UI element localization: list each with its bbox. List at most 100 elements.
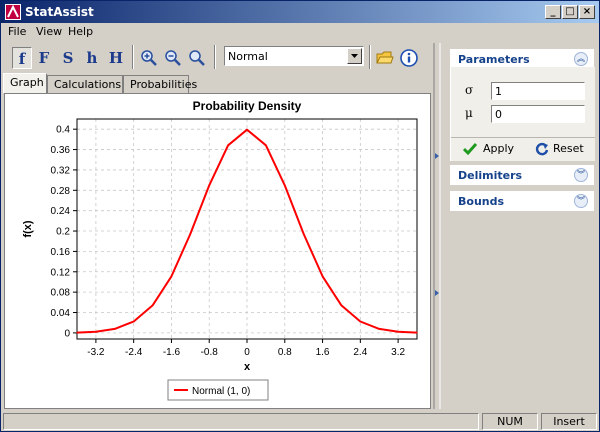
- maximize-button[interactable]: □: [562, 5, 578, 19]
- check-icon: [463, 143, 477, 156]
- zoom-reset-icon[interactable]: [188, 49, 206, 67]
- delimiters-title: Delimiters: [458, 169, 523, 182]
- sigma-input[interactable]: 1: [491, 82, 585, 100]
- bounds-title: Bounds: [458, 195, 505, 208]
- x-tick-label: 0.8: [278, 347, 292, 358]
- data-point: [416, 331, 418, 334]
- x-tick-label: 1.6: [316, 347, 330, 358]
- reset-icon: [535, 142, 549, 156]
- reset-button[interactable]: Reset: [535, 138, 591, 160]
- info-icon[interactable]: [400, 49, 418, 67]
- status-message: [3, 413, 479, 430]
- status-insert: Insert: [541, 413, 597, 430]
- x-tick-label: 3.2: [391, 347, 405, 358]
- data-point: [151, 304, 154, 306]
- parameters-header[interactable]: Parameters ︽: [450, 49, 594, 69]
- toolbar-separator: [132, 45, 134, 69]
- reset-label: Reset: [553, 142, 584, 155]
- parameters-body: σ 1 μ 0 Apply Reset: [450, 67, 595, 161]
- data-point: [303, 233, 305, 235]
- collapse-icon[interactable]: ︽: [574, 52, 588, 66]
- data-point: [246, 129, 248, 131]
- apply-label: Apply: [483, 142, 515, 155]
- toolbar-separator: [369, 45, 371, 69]
- density-chart: Probability Density 0 0.04 0.08 0.12 0.16 0.2 0…: [22, 99, 418, 401]
- y-tick-label: 0.2: [56, 227, 70, 238]
- data-point: [170, 275, 173, 278]
- cumulative-function-button[interactable]: F: [34, 47, 54, 69]
- open-folder-icon[interactable]: [376, 49, 394, 67]
- close-button[interactable]: ×: [579, 5, 595, 19]
- chart-title: Probability Density: [193, 99, 302, 113]
- distribution-select[interactable]: Normal: [224, 46, 364, 66]
- x-axis-label: x: [244, 361, 251, 373]
- dropdown-arrow-icon[interactable]: [347, 48, 362, 64]
- tab-calculations[interactable]: Calculations: [47, 75, 123, 93]
- apply-button[interactable]: Apply: [461, 138, 521, 160]
- sigma-label: σ: [465, 83, 474, 97]
- title-bar[interactable]: StatAssist _ □ ×: [1, 1, 599, 23]
- status-num: NUM: [482, 413, 538, 430]
- data-point: [76, 331, 78, 334]
- data-point: [114, 328, 116, 330]
- parameters-title: Parameters: [458, 53, 530, 66]
- y-tick-label: 0.24: [51, 206, 71, 217]
- window-title: StatAssist: [25, 5, 94, 19]
- minimize-button[interactable]: _: [545, 5, 561, 19]
- menu-view[interactable]: View: [36, 25, 62, 38]
- x-tick-label: -2.4: [125, 347, 143, 358]
- tab-graph[interactable]: Graph: [3, 73, 47, 93]
- tab-probabilities[interactable]: Probabilities: [123, 75, 197, 93]
- data-point: [340, 304, 343, 306]
- y-tick-label: 0.16: [51, 247, 71, 258]
- data-point: [378, 328, 380, 330]
- x-tick-label: -0.8: [201, 347, 219, 358]
- data-point: [265, 144, 267, 146]
- app-icon: [5, 4, 21, 20]
- data-point: [189, 233, 191, 235]
- density-function-button[interactable]: f: [12, 47, 32, 69]
- menu-file[interactable]: File: [8, 25, 26, 38]
- data-point: [133, 320, 135, 323]
- data-point: [284, 184, 286, 186]
- x-tick-label: -3.2: [87, 347, 105, 358]
- expand-icon[interactable]: ︾: [574, 194, 588, 208]
- side-panel: Parameters ︽ σ 1 μ 0 Apply Reset Delimit…: [442, 43, 598, 409]
- hazard-function-button[interactable]: h: [82, 47, 102, 69]
- delimiters-header[interactable]: Delimiters ︾: [450, 165, 594, 185]
- toolbar-separator: [214, 45, 216, 69]
- survival-function-button[interactable]: S: [58, 47, 78, 69]
- data-point: [208, 184, 210, 186]
- y-tick-label: 0.32: [51, 165, 71, 176]
- y-tick-label: 0.28: [51, 186, 71, 197]
- bounds-header[interactable]: Bounds ︾: [450, 191, 594, 211]
- y-axis-label: f(x): [22, 220, 34, 237]
- distribution-select-value: Normal: [228, 50, 268, 63]
- parameter-actions: Apply Reset: [451, 138, 595, 160]
- collapse-arrow-icon: [435, 153, 439, 159]
- zoom-out-icon[interactable]: [164, 49, 182, 67]
- status-bar: NUM Insert: [1, 411, 599, 431]
- zoom-in-icon[interactable]: [140, 49, 158, 67]
- legend-label: Normal (1, 0): [192, 386, 250, 397]
- data-point: [321, 275, 324, 278]
- data-point: [359, 320, 361, 323]
- menu-help[interactable]: Help: [68, 25, 93, 38]
- mu-input[interactable]: 0: [491, 105, 585, 123]
- graph-panel: Probability Density 0 0.04 0.08 0.12 0.16 0.2 0…: [4, 93, 431, 409]
- y-tick-label: 0.12: [51, 267, 71, 278]
- y-tick-label: 0.04: [51, 308, 71, 319]
- x-tick-label: -1.6: [163, 347, 181, 358]
- panel-splitter[interactable]: [432, 43, 442, 409]
- data-point: [95, 331, 97, 333]
- y-tick-label: 0.08: [51, 288, 71, 299]
- y-tick-label: 0: [64, 328, 70, 339]
- cumulative-hazard-button[interactable]: H: [106, 47, 126, 69]
- app-window: StatAssist _ □ × File View Help f F S h …: [0, 0, 600, 432]
- collapse-arrow-icon: [435, 290, 439, 296]
- y-tick-label: 0.36: [51, 145, 71, 156]
- expand-icon[interactable]: ︾: [574, 168, 588, 182]
- y-tick-label: 0.4: [56, 125, 70, 136]
- x-tick-label: 2.4: [353, 347, 367, 358]
- x-tick-label: 0: [244, 347, 250, 358]
